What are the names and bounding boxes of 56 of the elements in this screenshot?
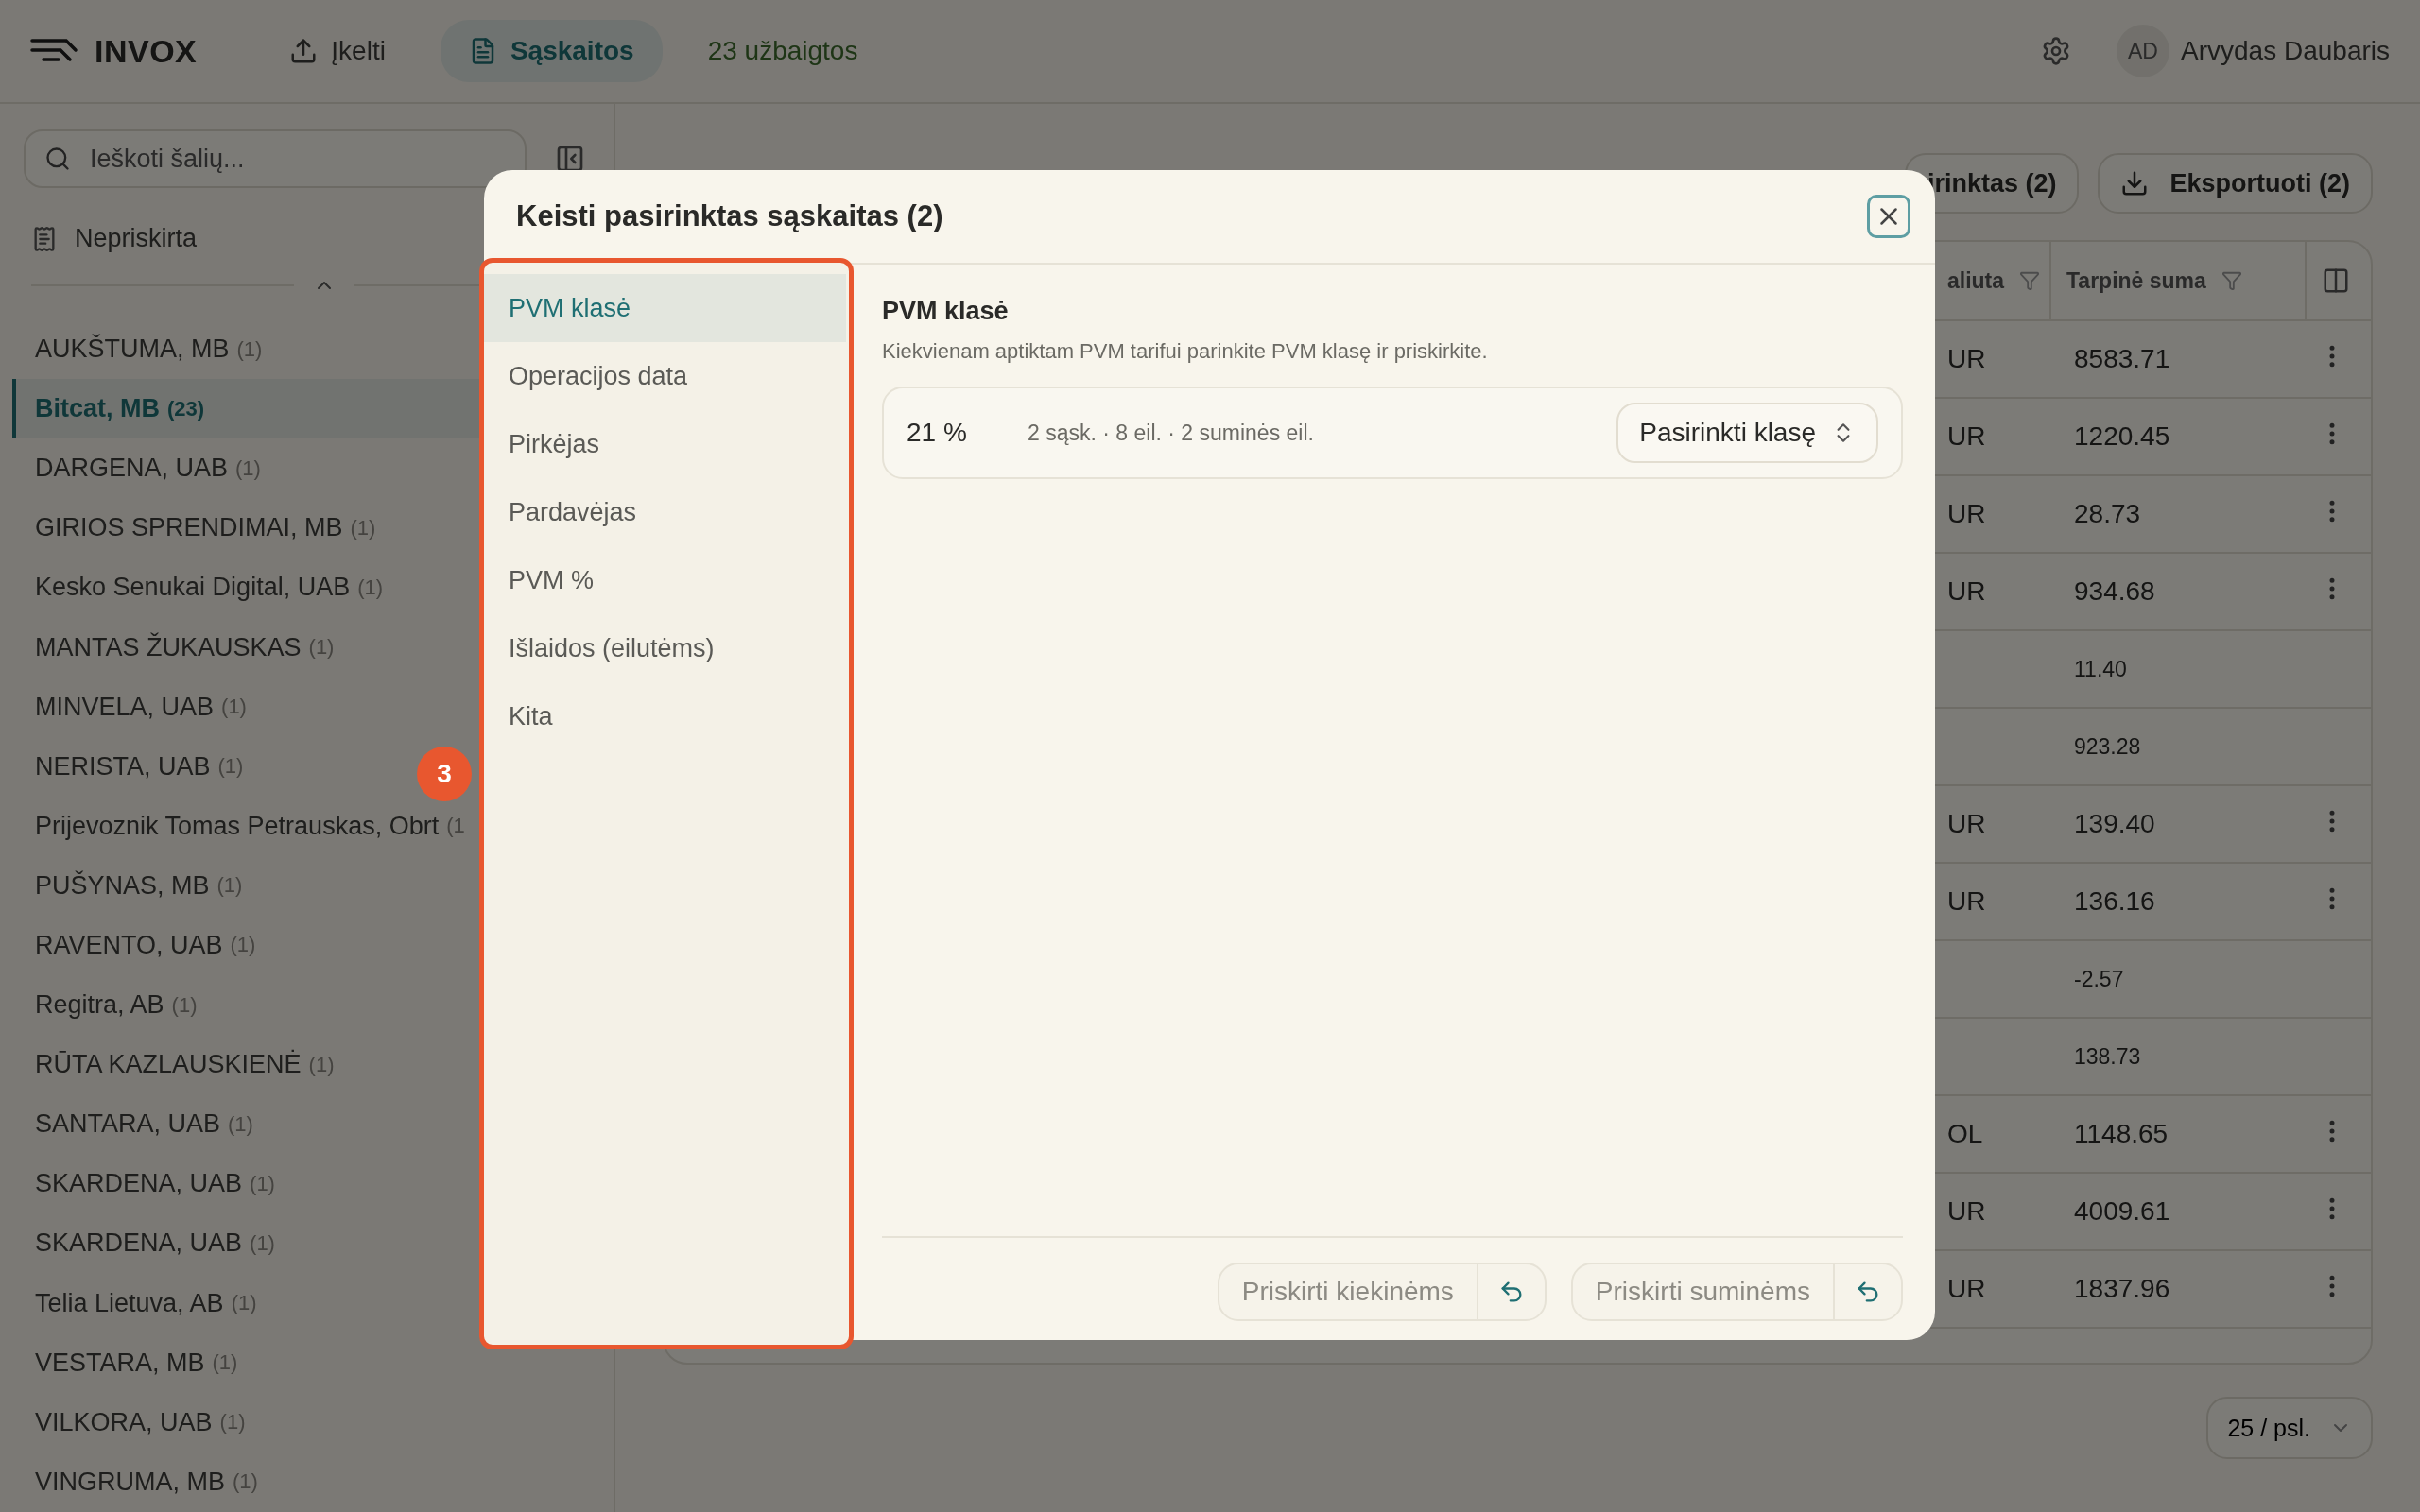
status-text: 23 užbaigtos [707, 36, 858, 66]
table-cell: 4009.61 [2074, 1196, 2170, 1226]
column-header: Tarpinė suma [2066, 267, 2206, 294]
table-cell: UR [1947, 421, 1986, 451]
columns-icon[interactable] [2322, 266, 2350, 295]
download-icon [2120, 169, 2150, 198]
nav-tab[interactable]: Sąskaitos [440, 20, 663, 82]
dialog-nav-item[interactable]: Kita [484, 682, 846, 750]
dialog-title: Keisti pasirinktas sąskaitas (2) [516, 199, 943, 233]
table-cell: 1148.65 [2074, 1119, 2169, 1148]
table-cell: UR [1947, 886, 1986, 916]
unassigned-item[interactable]: Nepriskirta [75, 224, 198, 253]
nav-tab[interactable]: Įkelti [261, 20, 414, 82]
page-size-select[interactable]: 25 / psl. [2206, 1397, 2373, 1459]
table-cell: 136.16 [2074, 886, 2155, 916]
section-title: PVM klasė [882, 297, 1010, 326]
export-button[interactable]: Eksportuoti (2) [2098, 153, 2373, 214]
step-badge: 3 [417, 747, 472, 801]
receipt-icon [31, 225, 58, 252]
rate-summary: 2 sąsk. · 8 eil. · 2 suminės eil. [1028, 420, 1315, 446]
table-cell: 923.28 [2074, 733, 2141, 759]
table-cell: UR [1947, 1196, 1986, 1226]
dialog-nav-item[interactable]: Išlaidos (eilutėms) [484, 614, 846, 682]
filter-icon[interactable] [2221, 270, 2242, 291]
class-select[interactable]: Pasirinkti klasę [1616, 403, 1878, 463]
user-name: Arvydas Daubaris [2181, 36, 2390, 66]
settings-icon[interactable] [2041, 36, 2071, 66]
table-cell: 138.73 [2074, 1043, 2141, 1069]
table-cell: 11.40 [2074, 656, 2127, 681]
table-cell: 934.68 [2074, 576, 2155, 606]
table-cell: UR [1947, 1274, 1986, 1303]
dialog-nav-item[interactable]: Pardavėjas [484, 478, 846, 546]
table-cell: UR [1947, 809, 1986, 838]
table-cell: -2.57 [2074, 966, 2124, 991]
search-field[interactable]: Ieškoti šalių... [88, 143, 506, 175]
dialog-nav-item[interactable]: PVM klasė [484, 274, 846, 342]
table-cell: 1837.96 [2074, 1274, 2170, 1303]
table-cell: OL [1947, 1119, 1983, 1148]
section-description: Kiekvienam aptiktam PVM tarifui parinkite PVM klasę ir priskirkite. [882, 339, 1489, 364]
filter-icon[interactable] [2019, 270, 2041, 291]
dialog-nav-item[interactable]: PVM % [484, 546, 846, 614]
search-icon [44, 146, 71, 172]
table-cell: UR [1947, 576, 1986, 606]
upload-icon [289, 37, 319, 65]
table-cell: UR [1947, 499, 1986, 528]
rate-value: 21 % [907, 418, 968, 448]
table-cell: 8583.71 [2074, 344, 2170, 373]
column-header: aliuta [1947, 267, 2005, 294]
search-box[interactable]: Ieškoti šalių... [24, 129, 527, 188]
user-avatar[interactable]: AD [2117, 25, 2169, 77]
table-cell: 28.73 [2074, 499, 2141, 528]
close-button[interactable] [1867, 195, 1910, 238]
table-cell: 139.40 [2074, 809, 2155, 838]
logo-text: INVOX [95, 32, 198, 70]
table-cell: UR [1947, 344, 1986, 373]
table-cell: 1220.45 [2074, 421, 2170, 451]
